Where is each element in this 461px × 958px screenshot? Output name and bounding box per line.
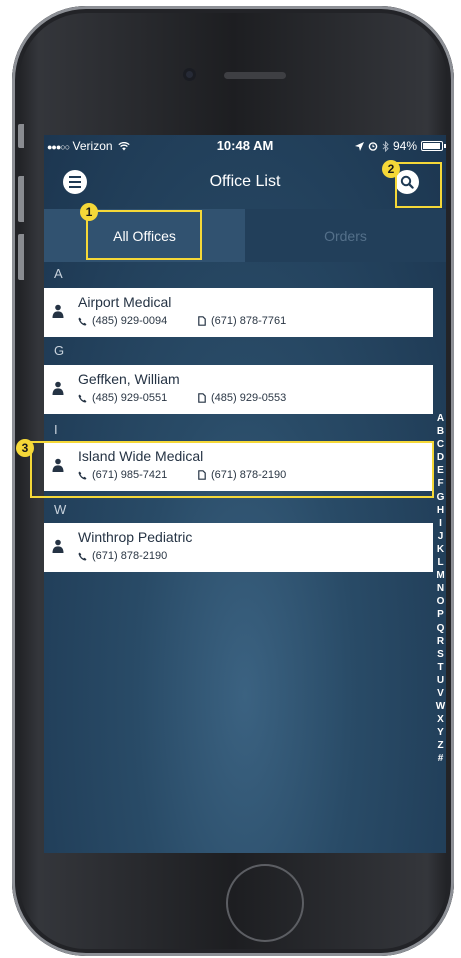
office-name: Winthrop Pediatric: [78, 529, 193, 545]
person-icon: [52, 304, 64, 318]
battery-level: [423, 143, 440, 149]
office-phone[interactable]: (485) 929-0551: [78, 392, 167, 404]
office-fax[interactable]: (671) 878-2190: [198, 469, 286, 481]
callout-marker-2: 2: [382, 160, 400, 178]
index-letter[interactable]: U: [437, 674, 444, 687]
index-letter[interactable]: O: [437, 595, 445, 608]
callout-marker-3: 3: [16, 439, 34, 457]
fax-document-icon: [198, 393, 206, 403]
front-camera: [183, 68, 196, 81]
index-letter[interactable]: N: [437, 582, 444, 595]
fax-number: (671) 878-7761: [211, 315, 287, 327]
fax-number: (671) 878-2190: [211, 469, 287, 481]
office-name: Airport Medical: [78, 294, 172, 310]
phone-icon: [78, 471, 87, 480]
phone-icon: [78, 394, 87, 403]
index-letter[interactable]: Y: [437, 726, 444, 739]
tab-all-offices[interactable]: All Offices: [44, 209, 245, 262]
index-letter[interactable]: G: [437, 491, 445, 504]
battery-percent: 94%: [392, 139, 417, 153]
home-button[interactable]: [226, 864, 304, 942]
index-letter[interactable]: D: [437, 451, 444, 464]
person-icon: [52, 458, 64, 472]
index-letter[interactable]: B: [437, 425, 444, 438]
location-arrow-icon: [354, 141, 364, 151]
alphabet-index[interactable]: A B C D E F G H I J K L M N O P Q R S T U V W X Y Z #: [435, 412, 446, 766]
phone-number: (671) 985-7421: [92, 469, 168, 481]
index-letter[interactable]: E: [437, 464, 444, 477]
phone-icon: [78, 317, 87, 326]
index-letter[interactable]: F: [437, 477, 443, 490]
fax-document-icon: [198, 316, 206, 326]
index-letter[interactable]: P: [437, 608, 444, 621]
index-letter[interactable]: Z: [437, 739, 443, 752]
index-letter[interactable]: S: [437, 648, 444, 661]
office-row-island-wide-medical[interactable]: Island Wide Medical (671) 985-7421 (671)…: [44, 442, 433, 491]
fax-document-icon: [198, 470, 206, 480]
index-letter[interactable]: I: [439, 517, 442, 530]
person-icon: [52, 539, 64, 553]
callout-marker-1: 1: [80, 203, 98, 221]
index-letter[interactable]: #: [438, 752, 444, 765]
index-letter[interactable]: A: [437, 412, 444, 425]
earpiece-speaker: [224, 72, 286, 79]
phone-number: (671) 878-2190: [92, 550, 168, 562]
phone-icon: [78, 552, 87, 561]
phone-number: (485) 929-0551: [92, 392, 168, 404]
office-row-geffken-william[interactable]: Geffken, William (485) 929-0551 (485) 92…: [44, 365, 433, 414]
section-header-i: I: [54, 422, 58, 437]
mute-switch: [18, 124, 24, 148]
office-phone[interactable]: (671) 985-7421: [78, 469, 167, 481]
section-header-a: A: [54, 266, 63, 281]
office-row-airport-medical[interactable]: Airport Medical (485) 929-0094 (671) 878…: [44, 288, 433, 337]
alarm-icon: [368, 142, 378, 151]
index-letter[interactable]: R: [437, 635, 444, 648]
person-icon: [52, 381, 64, 395]
app-screen: ●●●○○ Verizon 10:48 AM 94% Office List A…: [44, 135, 446, 853]
tab-orders[interactable]: Orders: [245, 209, 446, 262]
office-name: Island Wide Medical: [78, 448, 204, 464]
section-header-g: G: [54, 343, 65, 358]
volume-down-button: [18, 234, 24, 280]
index-letter[interactable]: H: [437, 504, 444, 517]
office-phone[interactable]: (485) 929-0094: [78, 315, 167, 327]
office-row-winthrop-pediatric[interactable]: Winthrop Pediatric (671) 878-2190: [44, 523, 433, 572]
office-fax[interactable]: (671) 878-7761: [198, 315, 286, 327]
index-letter[interactable]: T: [437, 661, 443, 674]
search-icon: [400, 175, 414, 189]
phone-number: (485) 929-0094: [92, 315, 168, 327]
index-letter[interactable]: K: [437, 543, 444, 556]
office-fax[interactable]: (485) 929-0553: [198, 392, 286, 404]
segment-tabs: All Offices Orders: [44, 209, 446, 262]
index-letter[interactable]: M: [436, 569, 444, 582]
index-letter[interactable]: C: [437, 438, 444, 451]
battery-icon: [421, 141, 446, 151]
bluetooth-icon: [382, 140, 389, 152]
index-letter[interactable]: J: [438, 530, 444, 543]
index-letter[interactable]: L: [437, 556, 443, 569]
fax-number: (485) 929-0553: [211, 392, 287, 404]
index-letter[interactable]: V: [437, 687, 444, 700]
office-name: Geffken, William: [78, 371, 180, 387]
office-phone[interactable]: (671) 878-2190: [78, 550, 167, 562]
index-letter[interactable]: W: [436, 700, 445, 713]
section-header-w: W: [54, 502, 67, 517]
volume-up-button: [18, 176, 24, 222]
index-letter[interactable]: X: [437, 713, 444, 726]
status-bar: ●●●○○ Verizon 10:48 AM 94%: [44, 135, 446, 155]
index-letter[interactable]: Q: [437, 622, 445, 635]
